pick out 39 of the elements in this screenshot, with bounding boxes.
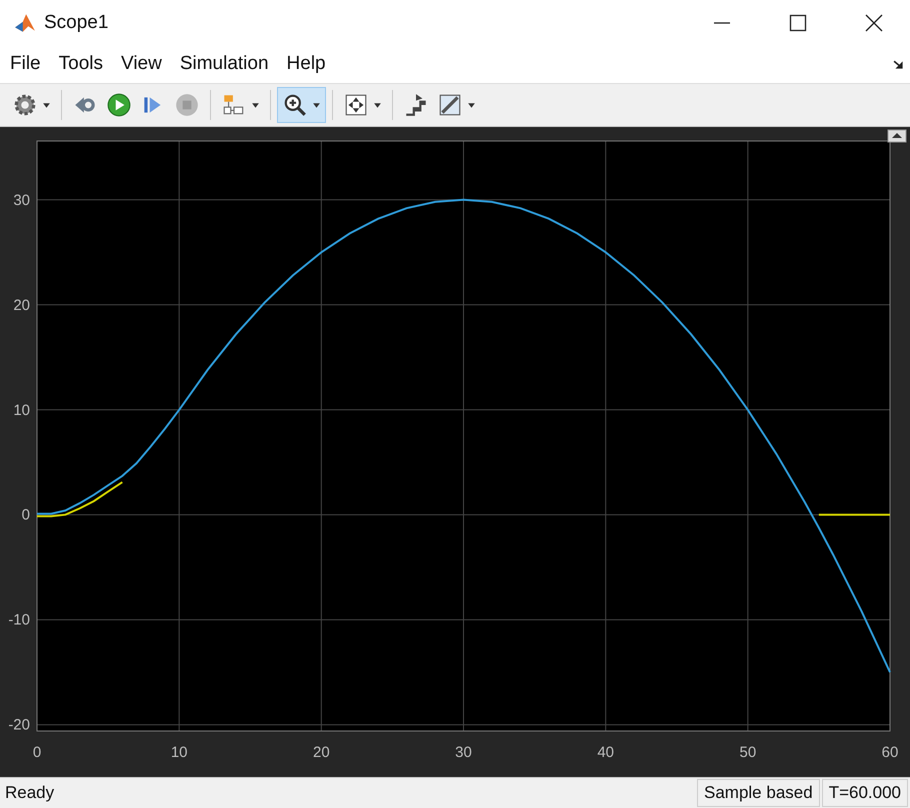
x-tick-label: 50 <box>740 744 756 761</box>
window-title: Scope1 <box>44 12 108 34</box>
y-tick-label: -10 <box>8 612 30 629</box>
zoom-tool[interactable] <box>277 87 326 123</box>
menu-item[interactable]: Tools <box>58 53 103 75</box>
x-tick-label: 40 <box>597 744 614 761</box>
caret-icon[interactable] <box>312 100 321 110</box>
y-tick-label: 0 <box>22 506 30 524</box>
restore-icon[interactable] <box>888 130 906 142</box>
app-logo-icon <box>14 12 36 34</box>
gear-icon <box>12 92 38 118</box>
menu-item[interactable]: View <box>120 53 162 75</box>
ruler-icon <box>437 92 463 118</box>
caret-icon[interactable] <box>467 100 476 110</box>
run-icon <box>106 92 132 118</box>
menu-item[interactable]: Simulation <box>180 53 269 75</box>
x-tick-label: 20 <box>313 744 330 761</box>
zoom-icon <box>282 92 308 118</box>
x-tick-label: 30 <box>455 744 472 761</box>
close-icon[interactable] <box>864 12 884 32</box>
caret-icon[interactable] <box>42 100 51 110</box>
y-tick-label: 30 <box>13 192 30 209</box>
stop-icon <box>174 92 200 118</box>
arrow-icon[interactable] <box>893 58 904 70</box>
caret-icon[interactable] <box>373 100 382 110</box>
maximize-icon[interactable] <box>788 12 808 32</box>
menu-item[interactable]: File <box>10 53 41 75</box>
fit-icon <box>343 92 369 118</box>
y-tick-label: 20 <box>13 296 30 314</box>
status-mode: Sample based <box>697 779 820 807</box>
menu-item[interactable]: Help <box>286 53 326 75</box>
y-tick-label: 10 <box>13 402 30 419</box>
x-tick-label: 10 <box>170 744 188 761</box>
x-tick-label: 60 <box>882 744 898 761</box>
x-tick-label: 0 <box>32 744 42 761</box>
y-tick-label: -20 <box>8 716 30 734</box>
caret-icon[interactable] <box>251 100 260 110</box>
status-message: Ready <box>5 783 54 803</box>
status-time: T=60.000 <box>822 779 908 807</box>
